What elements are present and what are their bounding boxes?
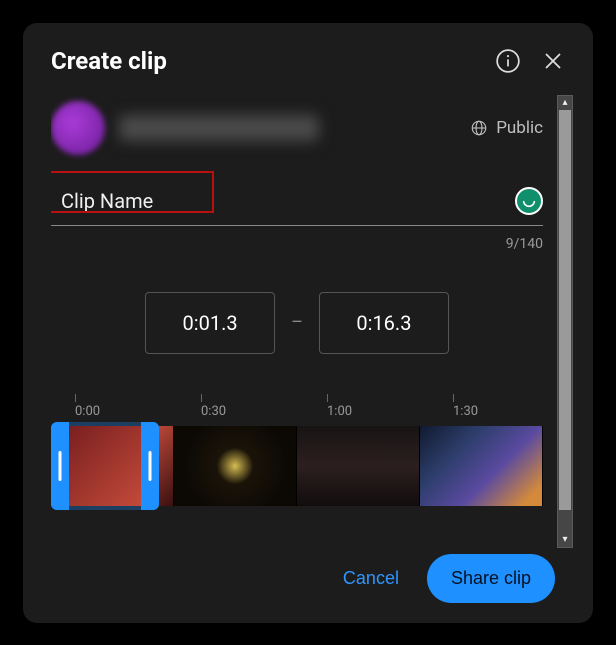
selection-preview [69,426,141,506]
close-icon[interactable] [541,49,565,73]
char-counter: 9/140 [51,236,543,252]
dialog-header: Create clip [51,47,573,75]
timeline-track[interactable] [51,426,543,506]
channel-avatar [51,101,105,155]
time-separator: – [291,312,303,333]
dialog-footer: Cancel Share clip [51,554,573,603]
header-actions [495,48,565,74]
globe-icon [470,119,488,137]
clip-selection[interactable] [51,422,159,510]
source-video-row: Public [51,101,543,155]
timeline-tick: 0:30 [201,394,226,419]
info-icon[interactable] [495,48,521,74]
start-time-input[interactable]: 0:01.3 [145,292,275,354]
selection-handle-end[interactable] [141,422,159,510]
selection-handle-start[interactable] [51,422,69,510]
dialog-body: Public Clip Name 9/140 0:01.3 – 0:16.3 [51,95,573,548]
clip-name-input[interactable]: Clip Name [51,189,515,213]
scrollbar-thumb[interactable] [559,110,571,510]
timeline-thumbnail [420,426,543,506]
scroll-down-arrow[interactable]: ▾ [558,533,572,547]
cancel-button[interactable]: Cancel [343,568,399,589]
timeline-tick: 0:00 [75,394,100,419]
timeline-ticks: 0:00 0:30 1:00 1:30 [51,394,543,422]
timeline-tick: 1:30 [453,394,478,419]
clip-time-row: 0:01.3 – 0:16.3 [51,292,543,354]
scroll-up-arrow[interactable]: ▴ [558,96,572,110]
scroll-content: Public Clip Name 9/140 0:01.3 – 0:16.3 [51,95,557,548]
create-clip-dialog: Create clip [23,23,593,623]
clip-name-input-row: Clip Name [51,177,543,226]
share-clip-button[interactable]: Share clip [427,554,555,603]
timeline-thumbnail [297,426,420,506]
source-video-title-hidden [119,115,319,141]
dialog-title: Create clip [51,47,167,75]
timeline-thumbnail [174,426,297,506]
visibility-label: Public [496,118,543,138]
user-avatar-icon [515,187,543,215]
visibility-selector[interactable]: Public [470,118,543,138]
timeline-tick: 1:00 [327,394,352,419]
clip-timeline[interactable]: 0:00 0:30 1:00 1:30 [51,394,543,524]
end-time-input[interactable]: 0:16.3 [319,292,449,354]
vertical-scrollbar[interactable]: ▴ ▾ [557,95,573,548]
